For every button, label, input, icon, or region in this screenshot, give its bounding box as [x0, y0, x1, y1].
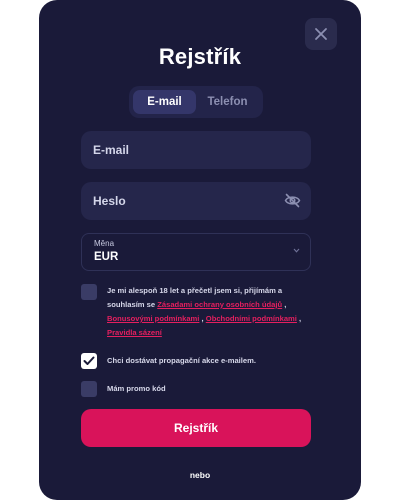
privacy-policy-link[interactable]: Zásadami ochrany osobních údajů: [157, 300, 282, 309]
betting-rules-link[interactable]: Pravidla sázení: [107, 328, 162, 337]
close-icon: [315, 28, 327, 40]
currency-select[interactable]: Měna EUR: [81, 233, 311, 271]
currency-value: EUR: [94, 251, 119, 263]
password-field[interactable]: Heslo: [81, 182, 311, 220]
bonus-terms-link[interactable]: Bonusovými podmínkami: [107, 314, 199, 323]
terms-separator: ,: [284, 300, 287, 309]
registration-modal: Rejstřík E-mail Telefon E-mail Heslo Měn…: [39, 0, 361, 500]
chevron-down-icon: [293, 248, 300, 253]
password-placeholder: Heslo: [93, 194, 126, 208]
terms-text: Je mi alespoň 18 let a přečetl jsem si, …: [107, 284, 317, 340]
checkmark-icon: [83, 356, 95, 365]
email-placeholder: E-mail: [93, 143, 130, 157]
terms-separator: ,: [201, 314, 204, 323]
terms-separator: ,: [299, 314, 302, 323]
register-button[interactable]: Rejstřík: [81, 409, 311, 447]
tab-phone[interactable]: Telefon: [196, 90, 259, 114]
terms-checkbox[interactable]: [81, 284, 97, 300]
tab-switcher: E-mail Telefon: [129, 86, 263, 118]
promo-emails-label: Chci dostávat propagační akce e-mailem.: [107, 356, 256, 365]
or-divider-text: nebo: [189, 470, 211, 480]
currency-label: Měna: [94, 239, 115, 248]
promo-emails-checkbox[interactable]: [81, 353, 97, 369]
terms-conditions-link[interactable]: Obchodními podmínkami: [206, 314, 297, 323]
tab-email[interactable]: E-mail: [133, 90, 196, 114]
promo-code-checkbox[interactable]: [81, 381, 97, 397]
email-field[interactable]: E-mail: [81, 131, 311, 169]
eye-off-icon[interactable]: [284, 193, 301, 208]
modal-title: Rejstřík: [158, 44, 242, 69]
promo-code-label: Mám promo kód: [107, 384, 166, 393]
